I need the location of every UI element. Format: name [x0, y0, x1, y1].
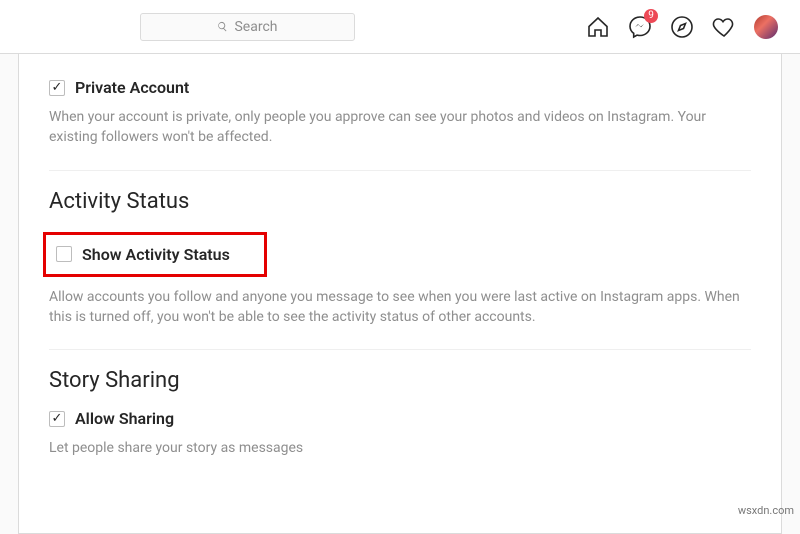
allow-sharing-row: Allow Sharing — [49, 409, 751, 428]
explore-icon[interactable] — [670, 15, 694, 39]
allow-sharing-label[interactable]: Allow Sharing — [75, 409, 174, 428]
private-account-row: Private Account — [49, 78, 751, 97]
private-account-checkbox[interactable] — [49, 80, 65, 96]
private-account-label[interactable]: Private Account — [75, 78, 189, 97]
private-account-desc: When your account is private, only peopl… — [49, 107, 751, 148]
messenger-icon[interactable]: 9 — [628, 15, 652, 39]
section-story-sharing: Story Sharing Allow Sharing Let people s… — [49, 349, 751, 480]
messenger-badge: 9 — [644, 9, 658, 23]
nav-icons: 9 — [586, 15, 778, 39]
story-sharing-desc: Let people share your story as messages — [49, 438, 751, 458]
story-sharing-heading: Story Sharing — [49, 368, 751, 393]
home-icon[interactable] — [586, 15, 610, 39]
watermark: wsxdn.com — [738, 504, 794, 517]
settings-panel: Private Account When your account is pri… — [18, 54, 782, 534]
show-activity-status-label[interactable]: Show Activity Status — [82, 245, 230, 264]
search-icon — [217, 21, 228, 32]
activity-status-heading: Activity Status — [49, 189, 751, 214]
section-activity-status: Activity Status Show Activity Status All… — [49, 170, 751, 350]
search-placeholder: Search — [234, 19, 277, 35]
avatar[interactable] — [754, 15, 778, 39]
heart-icon[interactable] — [712, 15, 736, 39]
activity-status-desc: Allow accounts you follow and anyone you… — [49, 287, 751, 328]
section-private-account: Private Account When your account is pri… — [49, 54, 751, 170]
allow-sharing-checkbox[interactable] — [49, 411, 65, 427]
activity-status-highlight: Show Activity Status — [43, 232, 267, 277]
top-nav: Search 9 — [0, 0, 800, 54]
show-activity-status-checkbox[interactable] — [56, 246, 72, 262]
search-input[interactable]: Search — [140, 13, 355, 41]
